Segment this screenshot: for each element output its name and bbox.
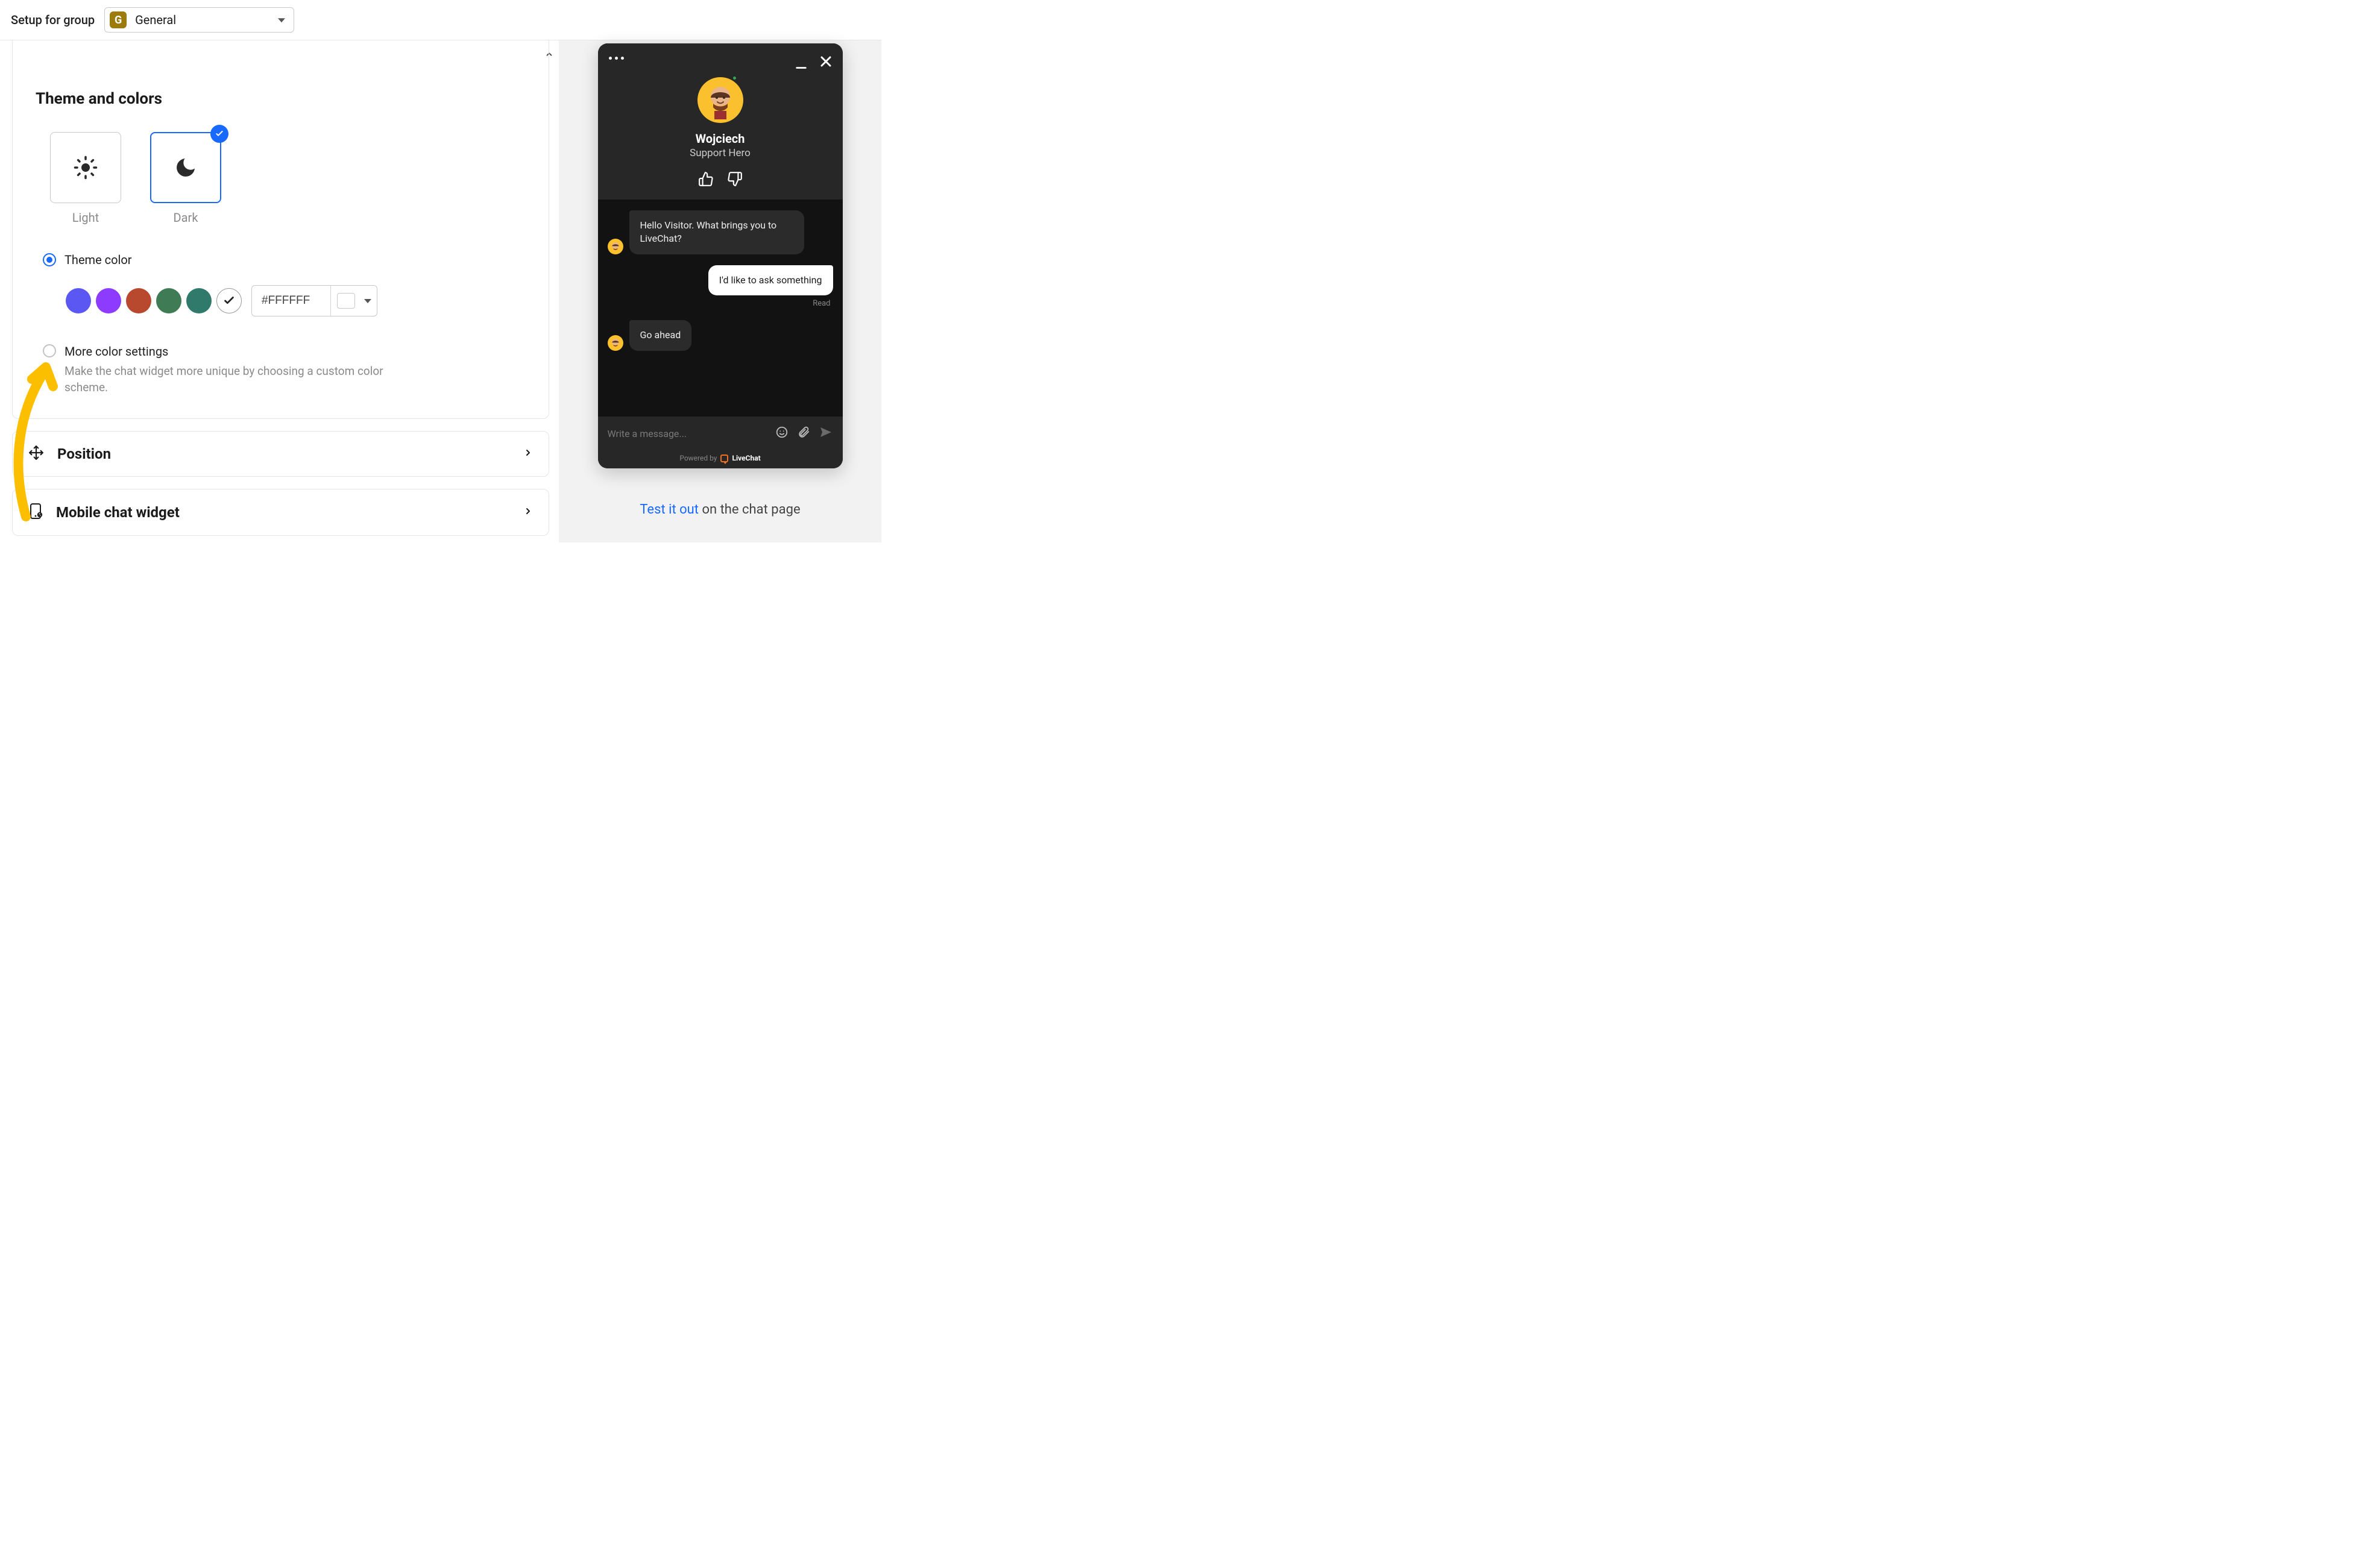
message-row-agent: Hello Visitor. What brings you to LiveCh…	[608, 210, 833, 254]
message-bubble: Hello Visitor. What brings you to LiveCh…	[629, 210, 804, 254]
theme-color-radio-row: Theme color	[43, 253, 526, 267]
swatch-2[interactable]	[96, 288, 121, 313]
settings-pane: Theme and colors Light	[0, 40, 559, 543]
message-avatar	[608, 335, 623, 351]
hex-color-input[interactable]	[251, 285, 377, 316]
rating-buttons	[698, 171, 743, 189]
agent-avatar	[697, 77, 743, 123]
avatar-face-icon	[701, 81, 740, 119]
check-icon	[222, 294, 236, 307]
divider	[330, 286, 331, 316]
send-icon[interactable]	[819, 425, 833, 442]
selected-badge-icon	[210, 125, 228, 143]
message-status: Read	[608, 299, 833, 308]
position-title: Position	[57, 445, 510, 462]
online-status-icon	[732, 75, 737, 81]
theme-color-label: Theme color	[65, 253, 132, 267]
thumbs-down-button[interactable]	[727, 171, 743, 189]
swatch-custom-selected[interactable]	[216, 288, 242, 313]
hex-dropdown[interactable]	[359, 299, 377, 303]
position-row[interactable]: Position	[12, 431, 549, 477]
cta-rest: on the chat page	[699, 502, 801, 517]
message-bubble: I'd like to ask something	[708, 265, 833, 295]
page-header: Setup for group G General	[0, 0, 881, 40]
agent-role: Support Hero	[690, 147, 751, 159]
attachment-icon[interactable]	[797, 426, 810, 441]
message-bubble: Go ahead	[629, 320, 692, 350]
livechat-logo-icon	[720, 454, 728, 462]
minimize-button[interactable]	[795, 58, 808, 74]
chat-input-row: Write a message...	[598, 417, 843, 450]
chevron-right-icon	[523, 506, 533, 518]
hex-preview	[337, 293, 355, 309]
theme-option-light[interactable]: Light	[50, 132, 121, 225]
more-color-settings-radio[interactable]	[43, 344, 56, 357]
theme-light-label: Light	[72, 210, 99, 225]
emoji-icon[interactable]	[775, 426, 789, 441]
theme-section-title: Theme and colors	[36, 90, 526, 108]
mobile-title: Mobile chat widget	[56, 504, 510, 521]
cta-row: Test it out on the chat page	[640, 502, 800, 517]
chat-input[interactable]: Write a message...	[608, 428, 767, 439]
mobile-row[interactable]: Mobile chat widget	[12, 489, 549, 536]
more-color-settings-block: More color settings Make the chat widget…	[43, 344, 526, 395]
swatch-1[interactable]	[66, 288, 91, 313]
message-row-agent: Go ahead	[608, 320, 833, 350]
swatch-3[interactable]	[126, 288, 151, 313]
chat-header: Wojciech Support Hero	[598, 43, 843, 200]
chevron-down-icon	[278, 18, 285, 22]
close-button[interactable]	[819, 54, 833, 71]
group-name: General	[135, 13, 176, 27]
chat-footer: Powered by LiveChat	[598, 450, 843, 468]
chat-widget-preview: Wojciech Support Hero Hello Visitor	[598, 43, 843, 468]
setup-for-group-label: Setup for group	[11, 13, 95, 27]
message-avatar	[608, 239, 623, 254]
theme-dark-label: Dark	[174, 210, 198, 225]
message-row-visitor: I'd like to ask something	[608, 265, 833, 295]
mobile-widget-icon	[28, 503, 43, 522]
test-it-out-link[interactable]: Test it out	[640, 502, 699, 517]
moon-icon	[174, 156, 198, 180]
thumbs-up-button[interactable]	[698, 171, 714, 189]
chevron-right-icon	[523, 448, 533, 460]
move-icon	[28, 445, 44, 463]
theme-color-radio[interactable]	[43, 253, 56, 266]
theme-option-dark[interactable]: Dark	[150, 132, 221, 225]
group-badge: G	[110, 11, 127, 28]
swatch-4[interactable]	[156, 288, 181, 313]
chevron-down-icon	[364, 299, 371, 303]
powered-by-label: Powered by	[679, 454, 717, 462]
sun-icon	[73, 155, 98, 180]
swatch-5[interactable]	[186, 288, 212, 313]
more-color-settings-desc: Make the chat widget more unique by choo…	[65, 363, 390, 395]
preview-pane: Wojciech Support Hero Hello Visitor	[559, 40, 881, 543]
chat-body: Hello Visitor. What brings you to LiveCh…	[598, 200, 843, 417]
theme-options: Light Dark	[36, 132, 526, 225]
more-color-settings-title: More color settings	[65, 344, 390, 359]
agent-name: Wojciech	[696, 131, 745, 146]
brand-label: LiveChat	[732, 454, 760, 462]
more-menu-icon[interactable]	[609, 57, 624, 60]
theme-and-colors-card: Theme and colors Light	[12, 40, 549, 419]
group-select[interactable]: G General	[104, 7, 294, 33]
hex-field[interactable]	[252, 294, 330, 307]
color-swatches	[66, 285, 526, 316]
